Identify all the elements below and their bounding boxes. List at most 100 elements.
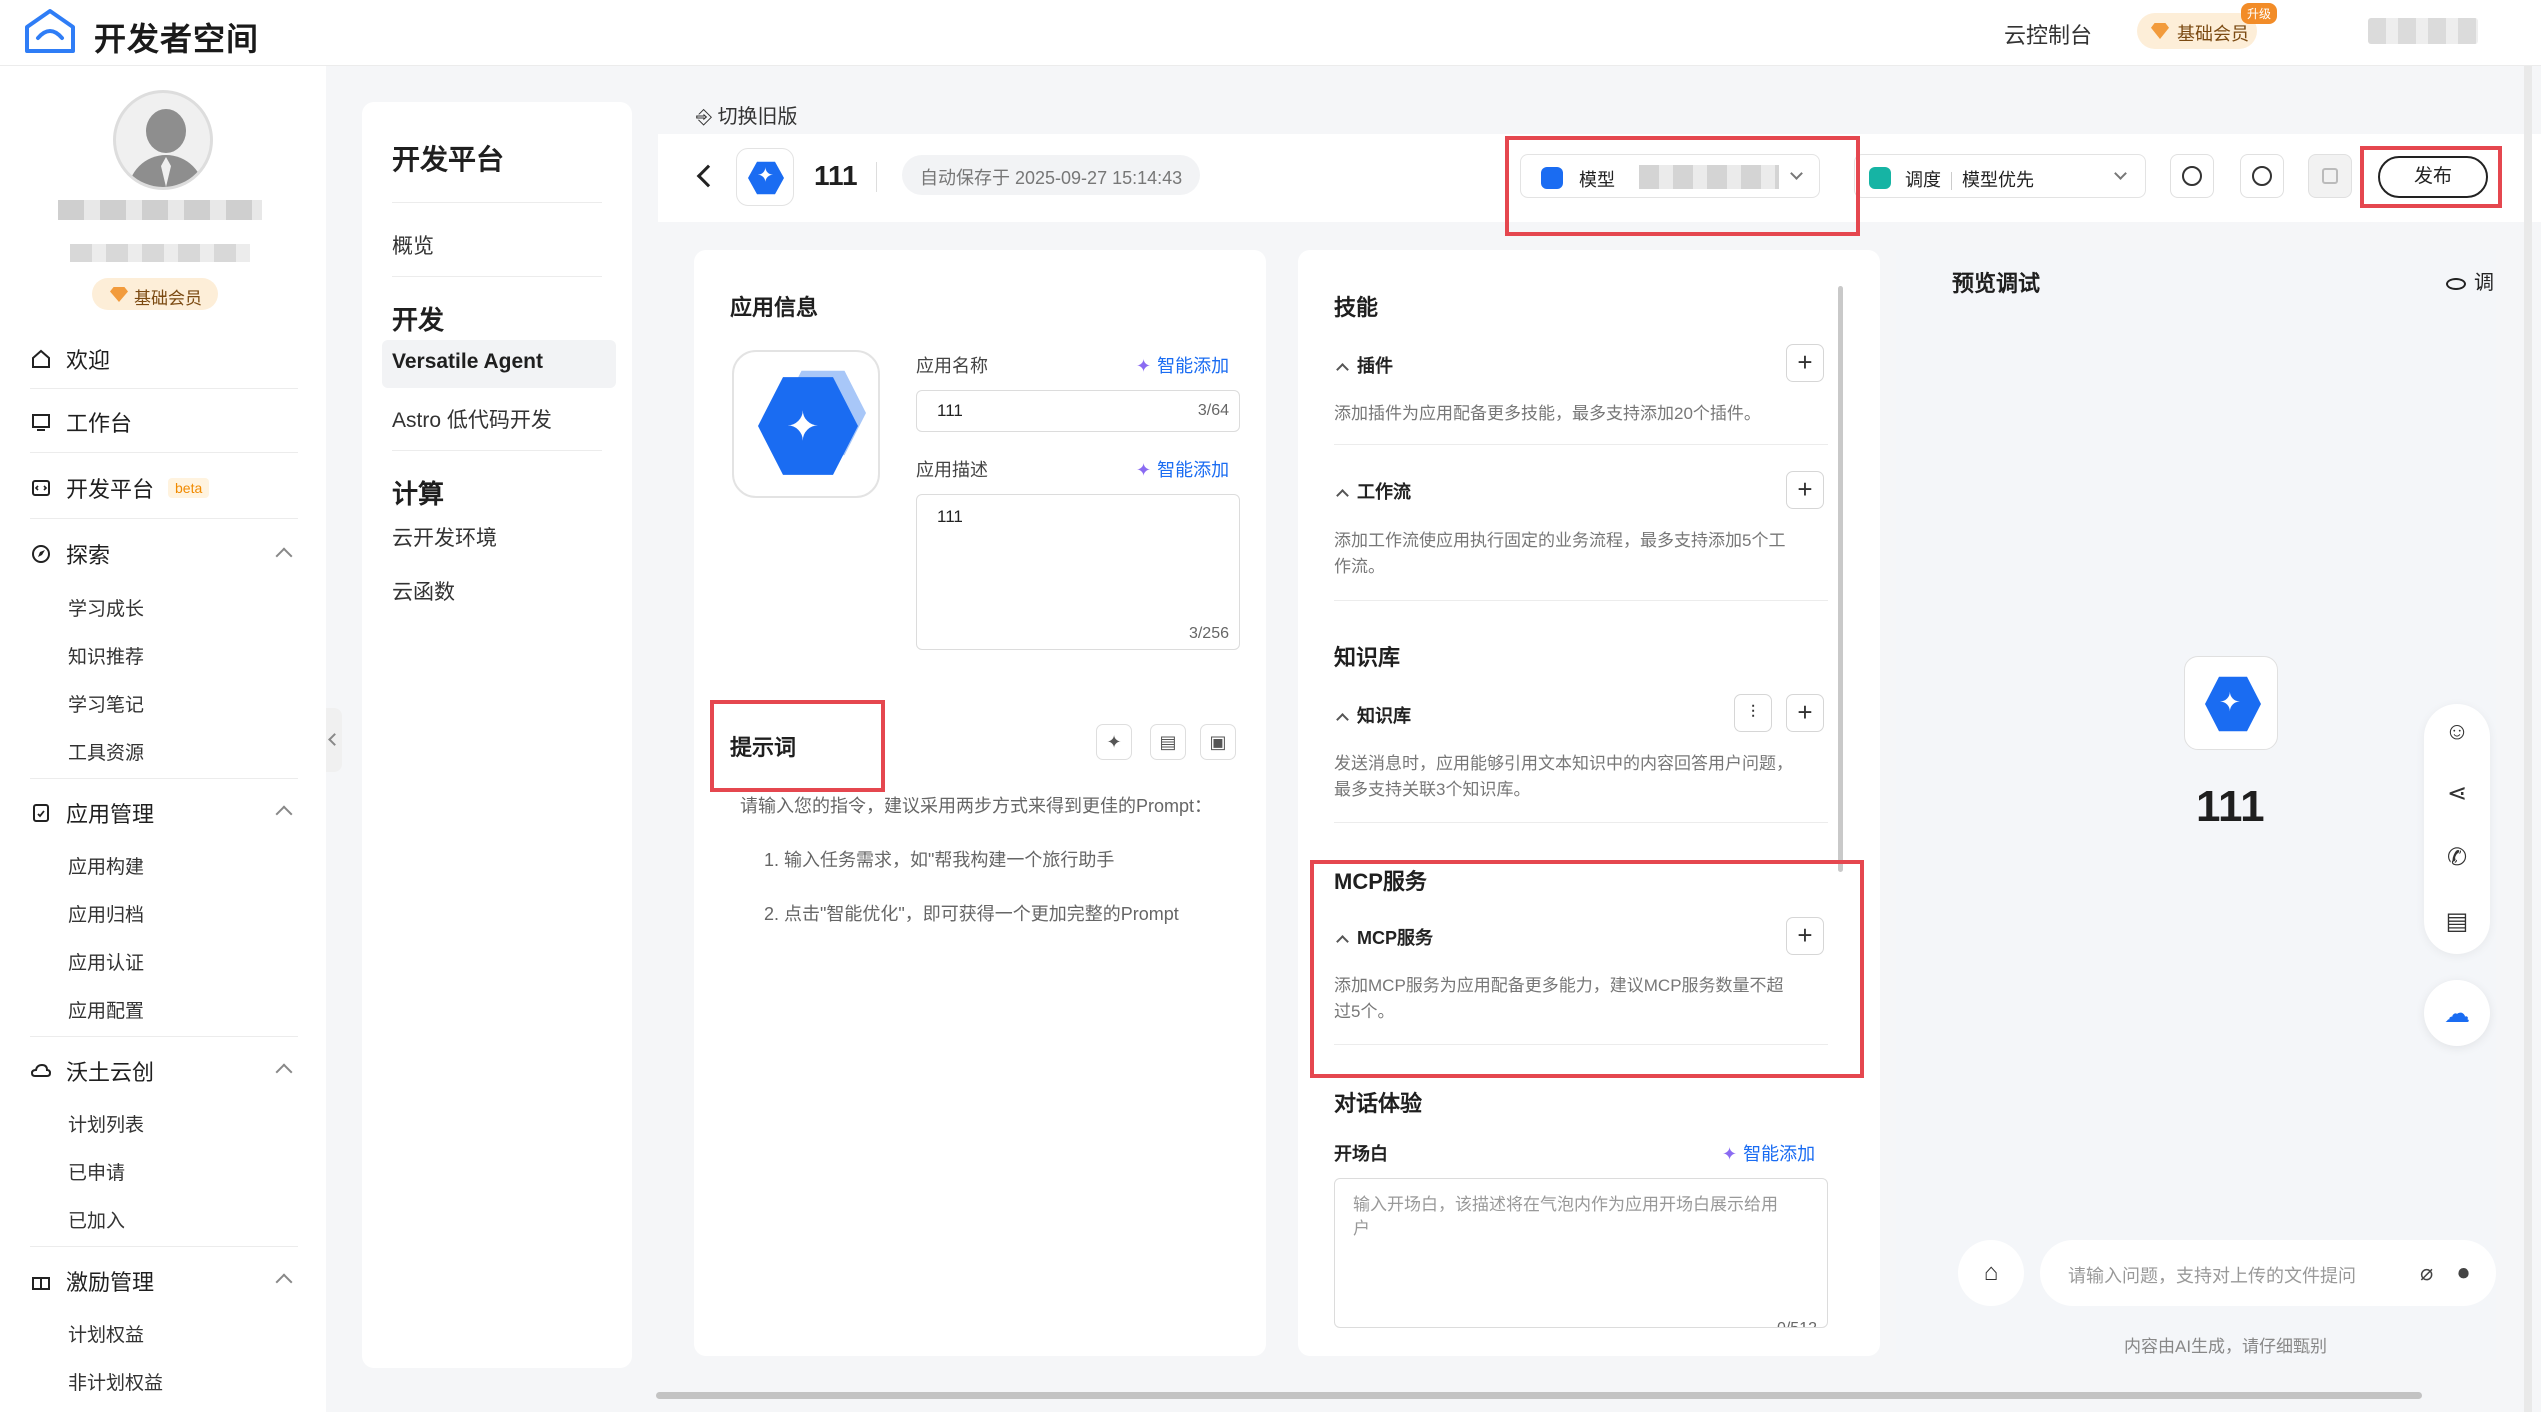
sidebar-item-welcome[interactable]: 欢迎 (30, 343, 110, 375)
gift-icon (32, 1277, 50, 1290)
broom-icon: ⌂ (1983, 1259, 1999, 1286)
sidebar-subitem[interactable]: 计划权益 (68, 1320, 144, 1347)
menu-cloud-dev-env[interactable]: 云开发环境 (392, 522, 497, 552)
add-workflow-button[interactable]: + (1786, 471, 1824, 509)
add-plugin-button[interactable]: + (1786, 344, 1824, 382)
cloud-code-button[interactable]: ☁ (2424, 980, 2490, 1046)
sidebar-member-badge[interactable]: 基础会员 (92, 278, 218, 310)
dev-platform-menu: 开发平台 概览 开发 Versatile Agent Astro 低代码开发 计… (362, 102, 632, 1368)
phone-icon[interactable]: ✆ (2443, 844, 2471, 872)
plugin-desc: 添加插件为应用配备更多技能，最多支持添加20个插件。 (1334, 404, 1761, 423)
notes-icon[interactable]: ▤ (2443, 908, 2471, 936)
app-manage-icon (33, 804, 49, 822)
skills-scrollbar[interactable] (1838, 286, 1843, 872)
sidebar-item-explore[interactable]: 探索 (30, 538, 110, 570)
sidebar-item-dev-platform[interactable]: 开发平台 beta (30, 472, 210, 504)
schedule-select[interactable]: 调度 模型优先 (1854, 154, 2146, 198)
app-desc-textarea[interactable]: 111 3/256 (916, 494, 1240, 650)
avatar[interactable] (113, 90, 213, 190)
sidebar-subitem[interactable]: 应用配置 (68, 996, 144, 1023)
mic-icon[interactable]: ⏺ (2458, 1260, 2469, 1286)
highlight-publish (2360, 146, 2502, 208)
sidebar-item-cloud-create[interactable]: 沃土云创 (30, 1055, 154, 1087)
dialog-section-title: 对话体验 (1334, 1091, 1423, 1116)
brand-title[interactable]: 开发者空间 (94, 14, 259, 60)
clear-chat-button[interactable]: ⌂ (1958, 1240, 2024, 1306)
flow-button[interactable] (2308, 154, 2352, 198)
horizontal-scrollbar[interactable] (656, 1392, 2422, 1399)
user-menu[interactable] (2368, 18, 2478, 44)
sidebar-subitem[interactable]: 已申请 (68, 1158, 125, 1185)
smart-add-desc-button[interactable]: 智能添加 (1136, 456, 1229, 482)
app-icon[interactable]: ✦ (736, 148, 794, 206)
history-icon (2252, 166, 2272, 186)
sidebar-subitem[interactable]: 应用构建 (68, 852, 144, 879)
menu-astro[interactable]: Astro 低代码开发 (392, 404, 552, 434)
menu-versatile-agent[interactable]: Versatile Agent (392, 350, 543, 374)
chat-input[interactable]: 请输入问题，支持对上传的文件提问 ⌀ ⏺ (2040, 1240, 2496, 1306)
prompt-step-2: 2. 点击"智能优化"，即可获得一个更加完整的Prompt (764, 904, 1179, 924)
compute-section-title: 计算 (392, 479, 445, 509)
page-scrollbar[interactable] (2524, 66, 2532, 1412)
sidebar-item-incentive[interactable]: 激励管理 (30, 1265, 154, 1297)
sidebar-subitem[interactable]: 已加入 (68, 1206, 125, 1233)
clipboard-button[interactable]: ▣ (1200, 724, 1236, 760)
diamond-icon (2151, 23, 2169, 39)
app-avatar[interactable]: ✦ (732, 350, 880, 498)
emoji-icon[interactable]: ☺ (2443, 718, 2471, 746)
kb-settings-button[interactable]: ⫶ (1734, 694, 1772, 732)
app-name-input[interactable]: 111 3/64 (916, 390, 1240, 432)
sidebar-subitem[interactable]: 学习笔记 (68, 690, 144, 717)
top-bar: 开发者空间 云控制台 基础会员 升级 (0, 0, 2541, 66)
smart-add-opening-button[interactable]: 智能添加 (1722, 1140, 1815, 1166)
preview-title: 预览调试 (1952, 271, 2041, 296)
member-badge[interactable]: 基础会员 升级 (2137, 3, 2277, 49)
smart-add-name-button[interactable]: 智能添加 (1136, 352, 1229, 378)
share-icon[interactable]: ⋖ (2443, 780, 2471, 808)
sidebar-collapse-handle[interactable] (326, 708, 342, 772)
sidebar-subitem[interactable]: 应用认证 (68, 948, 144, 975)
kb-toggle[interactable]: 知识库 (1334, 702, 1411, 728)
template-button[interactable]: ▤ (1150, 724, 1186, 760)
debug-toggle[interactable]: 调 (2446, 266, 2494, 295)
kb-desc-2: 最多支持关联3个知识库。 (1334, 780, 1531, 799)
menu-overview[interactable]: 概览 (392, 230, 434, 260)
ai-optimize-button[interactable]: ✦ (1096, 724, 1132, 760)
app-name-title[interactable]: 111 (814, 160, 858, 192)
menu-cloud-functions[interactable]: 云函数 (392, 576, 455, 606)
sidebar-subitem[interactable]: 计划列表 (68, 1110, 144, 1137)
sidebar-subitem[interactable]: 非计划权益 (68, 1368, 163, 1395)
preview-app-icon: ✦ (2184, 656, 2278, 750)
workflow-toggle[interactable]: 工作流 (1334, 478, 1411, 504)
plugin-toggle[interactable]: 插件 (1334, 352, 1393, 378)
history-button[interactable] (2240, 154, 2284, 198)
sidebar-item-workbench[interactable]: 工作台 (30, 406, 132, 438)
home-icon (32, 349, 50, 368)
switch-old-version-link[interactable]: ⎆ 切换旧版 (696, 100, 798, 129)
refresh-icon (2182, 166, 2202, 186)
sidebar-subitem[interactable]: 应用归档 (68, 900, 144, 927)
left-sidebar: 基础会员 (0, 66, 326, 1412)
userid-blurred (70, 244, 250, 262)
beta-badge: beta (168, 478, 210, 498)
plus-icon: + (1797, 697, 1813, 727)
opening-textarea[interactable]: 输入开场白，该描述将在气泡内作为应用开场白展示给用 户 0/512 (1334, 1178, 1828, 1328)
cloud-console-link[interactable]: 云控制台 (2004, 18, 2092, 50)
add-kb-button[interactable]: + (1786, 694, 1824, 732)
refresh-button[interactable] (2170, 154, 2214, 198)
attach-icon[interactable]: ⌀ (2420, 1260, 2433, 1286)
sidebar-item-app-manage[interactable]: 应用管理 (30, 797, 154, 829)
sparkle-icon: ✦ (786, 405, 820, 449)
sidebar-subitem[interactable]: 知识推荐 (68, 642, 144, 669)
sidebar-subitem[interactable]: 学习成长 (68, 594, 144, 621)
highlight-mcp (1310, 860, 1864, 1078)
username-blurred (58, 200, 262, 220)
ai-disclaimer: 内容由AI生成，请仔细甄别 (2124, 1337, 2328, 1356)
kb-desc-1: 发送消息时，应用能够引用文本知识中的内容回答用户问题， (1334, 754, 1793, 773)
upgrade-badge[interactable]: 升级 (2240, 3, 2277, 24)
chevron-down-icon (2114, 167, 2127, 180)
sidebar-subitem[interactable]: 工具资源 (68, 738, 144, 765)
logo-icon[interactable] (24, 8, 76, 54)
flow-icon (2322, 168, 2338, 184)
name-char-counter: 3/64 (1197, 402, 1229, 419)
